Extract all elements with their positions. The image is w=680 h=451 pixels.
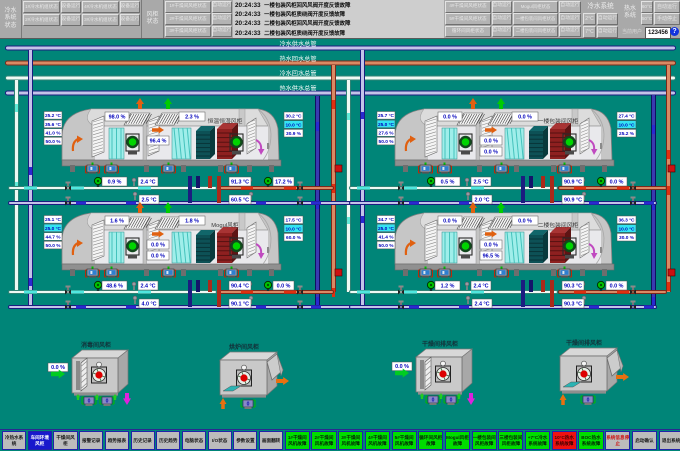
svg-text:25.7 °C: 25.7 °C (378, 113, 395, 119)
svg-text:0.0 %: 0.0 % (484, 242, 498, 248)
svg-text:2.4 °C: 2.4 °C (474, 301, 489, 307)
svg-text:0: 0 (587, 398, 590, 404)
svg-text:0.5 %: 0.5 % (441, 179, 455, 185)
svg-text:2.5 °C: 2.5 °C (141, 197, 156, 203)
svg-text:34.7 °C: 34.7 °C (378, 217, 395, 223)
svg-text:0.0 %: 0.0 % (610, 179, 624, 185)
svg-text:Mogul风柜: Mogul风柜 (211, 221, 239, 229)
svg-text:36.3 °C: 36.3 °C (618, 218, 635, 224)
svg-text:0.0 %: 0.0 % (484, 149, 498, 155)
svg-text:30.9 %: 30.9 % (286, 131, 302, 137)
svg-text:2.4 °C: 2.4 °C (140, 179, 155, 185)
svg-text:50.0 %: 50.0 % (46, 243, 62, 249)
svg-text:17.2 %: 17.2 % (275, 179, 292, 185)
svg-text:2.4 °C: 2.4 °C (473, 283, 488, 289)
svg-text:44.7 %: 44.7 % (46, 234, 62, 240)
svg-text:消毒间风柜: 消毒间风柜 (81, 341, 111, 349)
svg-text:10.0 °C: 10.0 °C (285, 226, 302, 232)
svg-text:0: 0 (432, 398, 435, 404)
svg-text:0: 0 (450, 398, 453, 404)
svg-text:25.1 °C: 25.1 °C (45, 217, 62, 223)
svg-text:91.3 °C: 91.3 °C (231, 179, 249, 185)
svg-text:41.4 %: 41.4 % (379, 234, 395, 240)
svg-text:0.0 %: 0.0 % (484, 138, 498, 144)
svg-text:热水回水总管: 热水回水总管 (279, 55, 316, 63)
svg-text:90.9 °C: 90.9 °C (564, 197, 582, 203)
svg-text:烘炉间风柜: 烘炉间风柜 (229, 343, 259, 351)
svg-text:1.6 %: 1.6 % (110, 218, 124, 224)
svg-text:0.0 %: 0.0 % (518, 114, 532, 120)
svg-text:41.0 %: 41.0 % (46, 130, 62, 136)
svg-text:90.3 °C: 90.3 °C (564, 301, 582, 307)
svg-text:25.0 °C: 25.0 °C (378, 226, 395, 232)
svg-text:50.0 %: 50.0 % (46, 139, 62, 145)
svg-text:一楼包装间风柜: 一楼包装间风柜 (538, 117, 579, 125)
svg-text:2.3 %: 2.3 % (185, 114, 199, 120)
svg-text:30.0 %: 30.0 % (619, 235, 635, 241)
svg-text:35.6 °C: 35.6 °C (45, 122, 62, 128)
svg-text:25.0 °C: 25.0 °C (45, 226, 62, 232)
svg-text:0.0 %: 0.0 % (443, 218, 457, 224)
svg-text:0.0 %: 0.0 % (395, 364, 409, 370)
svg-text:10.0 °C: 10.0 °C (285, 122, 302, 128)
svg-text:0.0 %: 0.0 % (518, 218, 532, 224)
svg-text:1.2 %: 1.2 % (441, 283, 455, 289)
svg-text:25.2 %: 25.2 % (619, 131, 635, 137)
svg-text:96.5 %: 96.5 % (483, 253, 500, 259)
svg-text:10.0 °C: 10.0 °C (618, 122, 635, 128)
svg-text:二楼包装间风柜: 二楼包装间风柜 (538, 221, 579, 229)
svg-text:2.4 °C: 2.4 °C (140, 283, 155, 289)
svg-text:0.0 %: 0.0 % (151, 253, 165, 259)
svg-text:50.0 %: 50.0 % (379, 139, 395, 145)
svg-text:0.0 %: 0.0 % (443, 114, 457, 120)
svg-text:2.5 °C: 2.5 °C (473, 179, 488, 185)
svg-text:90.1 °C: 90.1 °C (231, 301, 249, 307)
svg-text:27.6 %: 27.6 % (379, 130, 395, 136)
svg-text:0: 0 (88, 399, 91, 405)
svg-text:0: 0 (247, 402, 250, 408)
svg-text:17.5 °C: 17.5 °C (285, 218, 302, 224)
svg-text:冷水供水总管: 冷水供水总管 (279, 40, 316, 48)
svg-text:0: 0 (106, 399, 109, 405)
svg-text:98.0 %: 98.0 % (109, 114, 126, 120)
svg-text:0.9 %: 0.9 % (108, 179, 122, 185)
svg-text:60.5 °C: 60.5 °C (231, 197, 249, 203)
svg-text:0.0 %: 0.0 % (151, 242, 165, 248)
svg-text:25.0 °C: 25.0 °C (378, 122, 395, 128)
svg-text:27.4 °C: 27.4 °C (618, 114, 635, 120)
svg-text:0.0 %: 0.0 % (51, 365, 65, 371)
svg-text:0.0 %: 0.0 % (610, 283, 624, 289)
svg-text:60.0 %: 60.0 % (286, 235, 302, 241)
svg-text:干燥间排风柜: 干燥间排风柜 (422, 340, 458, 348)
svg-text:4.0 °C: 4.0 °C (141, 301, 156, 307)
svg-text:48.6 %: 48.6 % (106, 283, 123, 289)
svg-text:25.2 °C: 25.2 °C (45, 113, 62, 119)
svg-text:90.4 °C: 90.4 °C (231, 283, 249, 289)
svg-text:50.0 %: 50.0 % (379, 243, 395, 249)
svg-text:干燥间排风柜: 干燥间排风柜 (566, 339, 602, 347)
svg-text:90.9 °C: 90.9 °C (564, 179, 582, 185)
svg-text:2.0 °C: 2.0 °C (474, 197, 489, 203)
svg-text:热水供水总管: 热水供水总管 (279, 85, 316, 93)
svg-text:10.0 °C: 10.0 °C (618, 226, 635, 232)
svg-text:30.2 °C: 30.2 °C (285, 114, 302, 120)
svg-text:90.3 °C: 90.3 °C (564, 283, 582, 289)
svg-text:恒温恒湿风柜: 恒温恒湿风柜 (208, 117, 243, 125)
svg-text:1.8 %: 1.8 % (185, 218, 199, 224)
svg-text:0.0 %: 0.0 % (277, 283, 291, 289)
svg-text:冷水回水总管: 冷水回水总管 (279, 70, 316, 78)
svg-text:96.4 %: 96.4 % (150, 138, 167, 144)
